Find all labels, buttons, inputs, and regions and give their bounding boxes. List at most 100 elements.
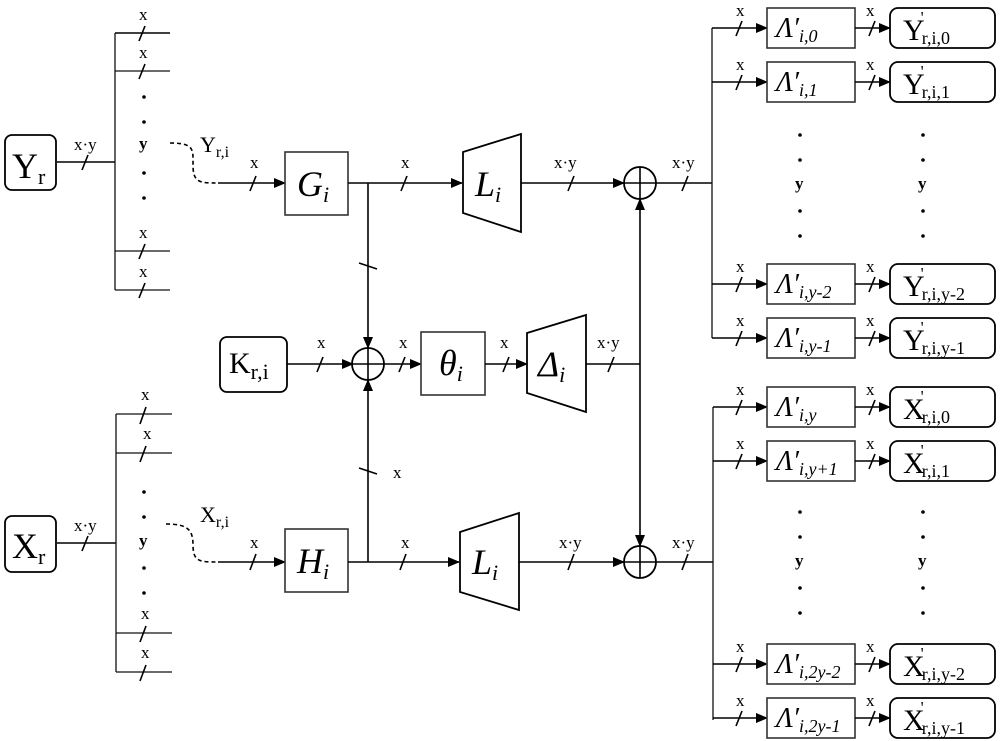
block-theta: θi [420,331,486,396]
bus-width-label: x [139,262,148,281]
bus-width-label: x [866,257,875,276]
bus-width-label: x [141,385,150,404]
ellipsis-dot [798,133,802,137]
bus-width-label: x [866,691,875,710]
bus-width-label: x [866,1,875,20]
output-row: xΛ′i,y-2xY' r,i,y-2 [712,257,996,305]
block-L-top: Li [462,132,522,234]
bus-width-label: x [393,463,402,482]
bus-width-label: x [143,424,152,443]
block-G: Gi [284,151,349,216]
bus-width-label: x [736,311,745,330]
ellipsis-dot [921,158,925,162]
bus-slash [139,445,147,463]
bus-width-label: x [866,637,875,656]
ellipsis-dot [798,535,802,539]
ellipsis-dot [142,120,146,124]
bus-slash [139,625,147,643]
output-row: xΛ′i,2y-2xX' r,i,y-2 [713,637,996,685]
ellipsis-dot [142,566,146,570]
bus-width-label: x [736,55,745,74]
bus-width-label: x [866,380,875,399]
Y-out-ellipsis: y y [795,133,927,238]
output-row: xΛ′i,2y-1xX' r,i,y-1 [713,691,996,739]
bus-width-label: x [736,1,745,20]
bus-width-label: x [139,5,148,24]
bus-slash [139,406,147,425]
Yr-bus: x·y x x x x y [57,5,170,299]
ellipsis-dot [798,586,802,590]
bus-count-label: y [918,174,927,193]
bus-width-label: x [401,533,410,552]
ellipsis-dot [142,171,146,175]
ellipsis-dot [798,234,802,238]
input-K: Kr,i [219,336,288,393]
Xri-signal: Xr,i x [165,502,286,571]
bus-count-label: y [795,551,804,570]
bus-slash [139,664,147,682]
ellipsis-dot [798,510,802,514]
xor-bottom [623,545,657,579]
bus-width-label: x [736,380,745,399]
output-rows: xΛ′i,0xY' r,i,0 xΛ′i,1xY' r,i,1 xΛ′i,y-2xY' r… [712,1,996,739]
input-Xr: Xr [4,515,57,573]
bus-width-label: x [250,153,259,172]
ellipsis-dot [921,586,925,590]
ellipsis-dot [142,591,146,595]
xor-center [351,347,385,381]
output-row: xΛ′i,y+1xX' r,i,1 [713,434,996,482]
bus-width-label: x [399,333,408,352]
bus-width-label: x [736,691,745,710]
ellipsis-dot [921,510,925,514]
ellipsis-dot [921,209,925,213]
bus-width-label: x [736,637,745,656]
ellipsis-dot [798,209,802,213]
bus-width-label: x [401,153,410,172]
Xri-label: Xr,i [200,502,230,531]
bus-width-label: x [866,311,875,330]
bus-width-label: x [141,643,150,662]
ellipsis-dot [798,611,802,615]
bus-width-label: x [141,604,150,623]
bus-width-label: x [500,333,509,352]
output-row: xΛ′i,1xY' r,i,1 [712,55,996,103]
bus-width-label: x [139,43,148,62]
bus-width-label: x [866,434,875,453]
output-row: xΛ′i,yxX' r,i,0 [713,380,996,428]
Xr-bus: x·y x x x x y [57,385,172,682]
bus-count-label: y [918,551,927,570]
bus-width-label: x·y [559,533,582,552]
ellipsis-dot [921,535,925,539]
bus-width-label: x·y [672,533,695,552]
bus-width-label: x [317,333,326,352]
Xri-dashed-path [165,523,219,563]
X-out-ellipsis: y y [795,510,927,615]
ellipsis-dot [142,95,146,99]
ellipsis-dot [921,133,925,137]
block-L-bottom: Li [459,511,520,612]
ellipsis-dot [142,490,146,494]
bus-width-label: x·y [597,333,620,352]
bus-width-label: x·y [554,153,577,172]
bus-width-label: x [139,223,148,242]
output-row: xΛ′i,y-1xY' r,i,y-1 [712,311,996,359]
bus-width-label: x·y [74,135,97,154]
output-row: xΛ′i,0xY' r,i,0 [712,1,996,49]
Yri-signal: Yr,i x [169,132,286,192]
block-diagram: Yr x·y x x x x y Yr,i x Xr x·y x x x x y… [4,1,996,739]
block-H: Hi [284,528,349,593]
ellipsis-dot [798,158,802,162]
ellipsis-dot [921,234,925,238]
bus-width-label: x [736,434,745,453]
xor-top [623,166,657,200]
bus-width-label: x [250,533,259,552]
bus-count-label: y [139,134,148,153]
ellipsis-dot [142,196,146,200]
block-Delta: Δi [526,313,587,414]
bus-width-label: x·y [74,516,97,535]
input-Yr: Yr [4,134,57,191]
ellipsis-dot [921,611,925,615]
bus-count-label: y [139,531,148,550]
bus-width-label: x [866,55,875,74]
Yri-label: Yr,i [200,132,230,161]
